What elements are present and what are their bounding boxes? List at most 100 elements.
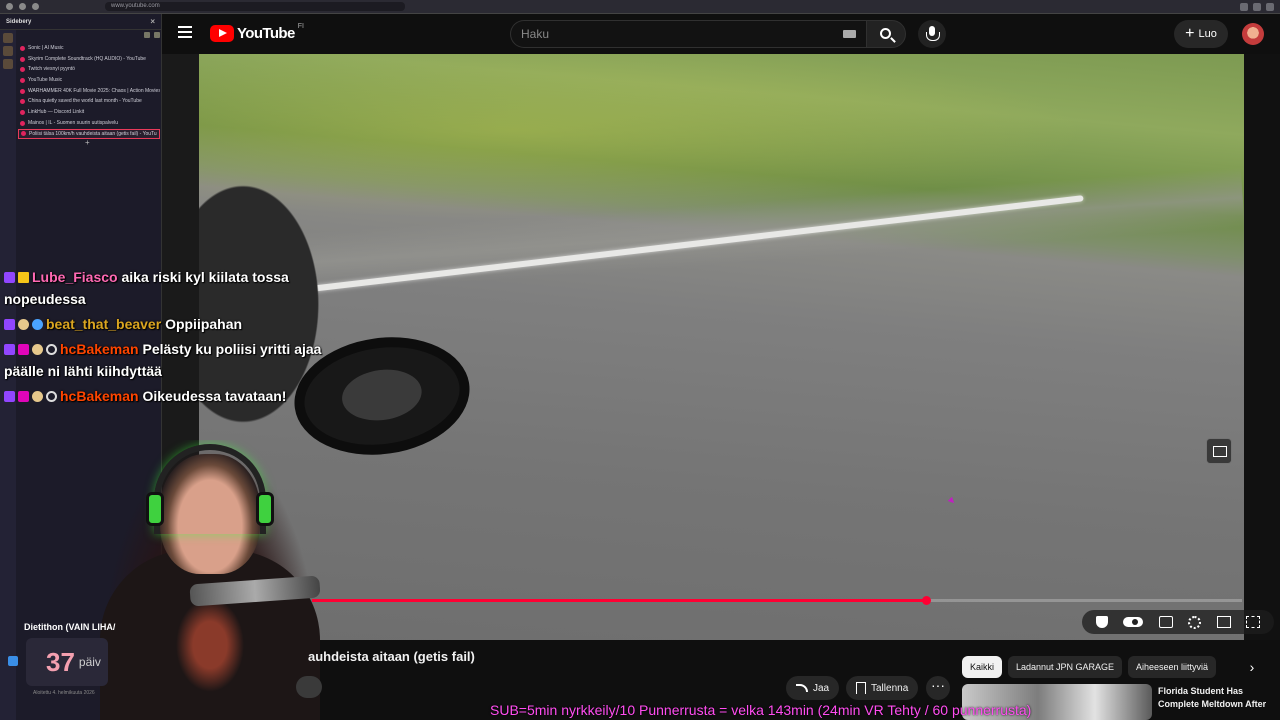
goal-unit: päiv (78, 655, 101, 669)
recommendation-title[interactable]: Florida Student Has Complete Meltdown Af… (1158, 685, 1276, 711)
chip-related[interactable]: Aiheeseen liittyviä (1128, 656, 1217, 678)
channel-avatar[interactable] (296, 676, 322, 698)
url-bar[interactable]: www.youtube.com (105, 2, 405, 11)
chevron-right-icon[interactable]: › (1240, 656, 1264, 678)
share-icon (796, 684, 808, 692)
tool-icon[interactable] (144, 32, 150, 38)
headset-earcup-icon (256, 492, 274, 526)
save-label: Tallenna (871, 682, 909, 694)
menu-icon[interactable] (1266, 2, 1274, 11)
back-icon[interactable] (6, 3, 13, 10)
progress-thumb[interactable] (921, 596, 931, 605)
favicon-icon (20, 99, 25, 105)
progress-fill (312, 599, 926, 602)
chat-message: Lube_Fiasco aika riski kyl kiilata tossa… (4, 266, 324, 310)
sidebery-tools (18, 32, 160, 42)
bookmark-icon (856, 682, 866, 694)
chat-text: Oppiipahan (165, 316, 243, 332)
chat-username: beat_that_beaver (46, 316, 162, 332)
save-button[interactable]: Tallenna (846, 676, 919, 700)
miniplayer-button[interactable] (1206, 438, 1232, 464)
voice-search-button[interactable] (918, 20, 946, 48)
autoplay-toggle-icon[interactable] (1123, 617, 1144, 627)
chat-badge-icon (46, 391, 57, 402)
sidebar-tab-item[interactable]: Twitch viesnyi pyyntö (18, 64, 160, 75)
captions-icon[interactable] (1158, 616, 1173, 628)
close-icon[interactable]: × (150, 17, 155, 26)
youtube-play-icon (210, 25, 234, 42)
share-button[interactable]: Jaa (786, 676, 840, 700)
progress-bar[interactable] (312, 596, 1242, 605)
panel-icon[interactable] (3, 59, 13, 69)
create-label: Luo (1198, 28, 1217, 40)
favicon-icon (20, 45, 25, 51)
reload-icon[interactable] (32, 3, 39, 10)
stream-chat-overlay: Lube_Fiasco aika riski kyl kiilata tossa… (4, 266, 324, 410)
create-button[interactable]: + Luo (1174, 20, 1228, 48)
chat-badge-icon (18, 319, 29, 330)
tool-icon[interactable] (154, 32, 160, 38)
chat-username: hcBakeman (60, 341, 139, 357)
sidebar-tab-item[interactable]: Mainos | IL - Suomen suurin uutispalvelu (18, 118, 160, 129)
sidebar-tab-item[interactable]: Skyrim Complete Soundtrack (HQ AUDIO) - … (18, 54, 160, 65)
player-controls (1082, 610, 1274, 634)
sidebar-tab-item[interactable]: China quietly saved the world last month… (18, 96, 160, 107)
sidebar-tab-item[interactable]: Sonic | AI Music (18, 43, 160, 54)
chat-username: Lube_Fiasco (32, 269, 118, 285)
video-player[interactable] (162, 54, 1280, 640)
search-input[interactable]: Haku (510, 20, 866, 48)
sidebar-tab-item[interactable]: WARHAMMER 40K Full Movie 2025: Chaos | A… (18, 86, 160, 97)
extension-icon[interactable] (1240, 2, 1248, 11)
chip-channel[interactable]: Ladannut JPN GARAGE (1008, 656, 1123, 678)
favicon-icon (20, 120, 25, 126)
search-button[interactable] (866, 20, 906, 48)
webcam-shirt-print (170, 590, 250, 700)
menu-icon[interactable] (178, 26, 192, 40)
video-frame[interactable] (199, 54, 1244, 640)
more-actions-button[interactable]: ··· (926, 676, 950, 700)
panel-icon[interactable] (3, 46, 13, 56)
shield-icon[interactable] (1095, 616, 1108, 628)
video-title: auhdeista aitaan (getis fail) (308, 649, 475, 664)
extension-icon[interactable] (1253, 2, 1261, 11)
microphone-icon (926, 26, 940, 41)
sidebar-tab-item[interactable]: YouTube Music (18, 75, 160, 86)
sidebar-tab-label: YouTube Music (28, 77, 63, 84)
forward-icon[interactable] (19, 3, 26, 10)
avatar[interactable] (1242, 23, 1264, 45)
sidebar-tab-label: Poliisi tälsa 100km/h vauhdeista aitaan … (29, 130, 157, 137)
settings-gear-icon[interactable] (1188, 615, 1202, 629)
sidebar-tab-label: China quietly saved the world last month… (28, 98, 142, 105)
sidebery-title: Sidebery (6, 18, 32, 25)
headset-earcup-icon (146, 492, 164, 526)
chat-badge-icon (4, 319, 15, 330)
youtube-logo[interactable]: YouTube FI (210, 23, 304, 42)
keyboard-icon[interactable] (843, 30, 856, 38)
goal-counter: 37 päiv (26, 638, 108, 686)
miniplayer-icon[interactable] (1216, 616, 1231, 628)
browser-toolbar: www.youtube.com (0, 0, 1280, 14)
goal-number: 37 (46, 646, 75, 677)
panel-icon[interactable] (3, 33, 13, 43)
sidebar-tab-label: Twitch viesnyi pyyntö (28, 66, 75, 73)
new-tab-button[interactable]: + (85, 138, 90, 147)
chat-badge-icon (18, 391, 29, 402)
chat-badge-icon (32, 319, 43, 330)
sidebar-tab-item[interactable]: LinkHub — Discord Linkit (18, 107, 160, 118)
goal-subtitle: Aloitettu 4. helmikuuta 2026 (33, 690, 95, 696)
logo-text: YouTube (237, 25, 295, 42)
youtube-header: YouTube FI Haku + Luo (162, 14, 1280, 54)
mouse-cursor-icon (947, 496, 957, 506)
chat-text: Oikeudessa tavataan! (142, 388, 287, 404)
chip-all[interactable]: Kaikki (962, 656, 1003, 678)
chat-message: hcBakeman Oikeudessa tavataan! (4, 385, 324, 407)
webcam-overlay (100, 440, 320, 720)
sidebar-tab-label: Mainos | IL - Suomen suurin uutispalvelu (28, 119, 119, 126)
favicon-icon (20, 77, 25, 83)
country-code: FI (297, 23, 304, 30)
fullscreen-icon[interactable] (1246, 616, 1261, 628)
favicon-icon (20, 109, 25, 115)
chat-badge-icon (32, 344, 43, 355)
pin-icon (8, 656, 18, 666)
chat-badge-icon (18, 344, 29, 355)
